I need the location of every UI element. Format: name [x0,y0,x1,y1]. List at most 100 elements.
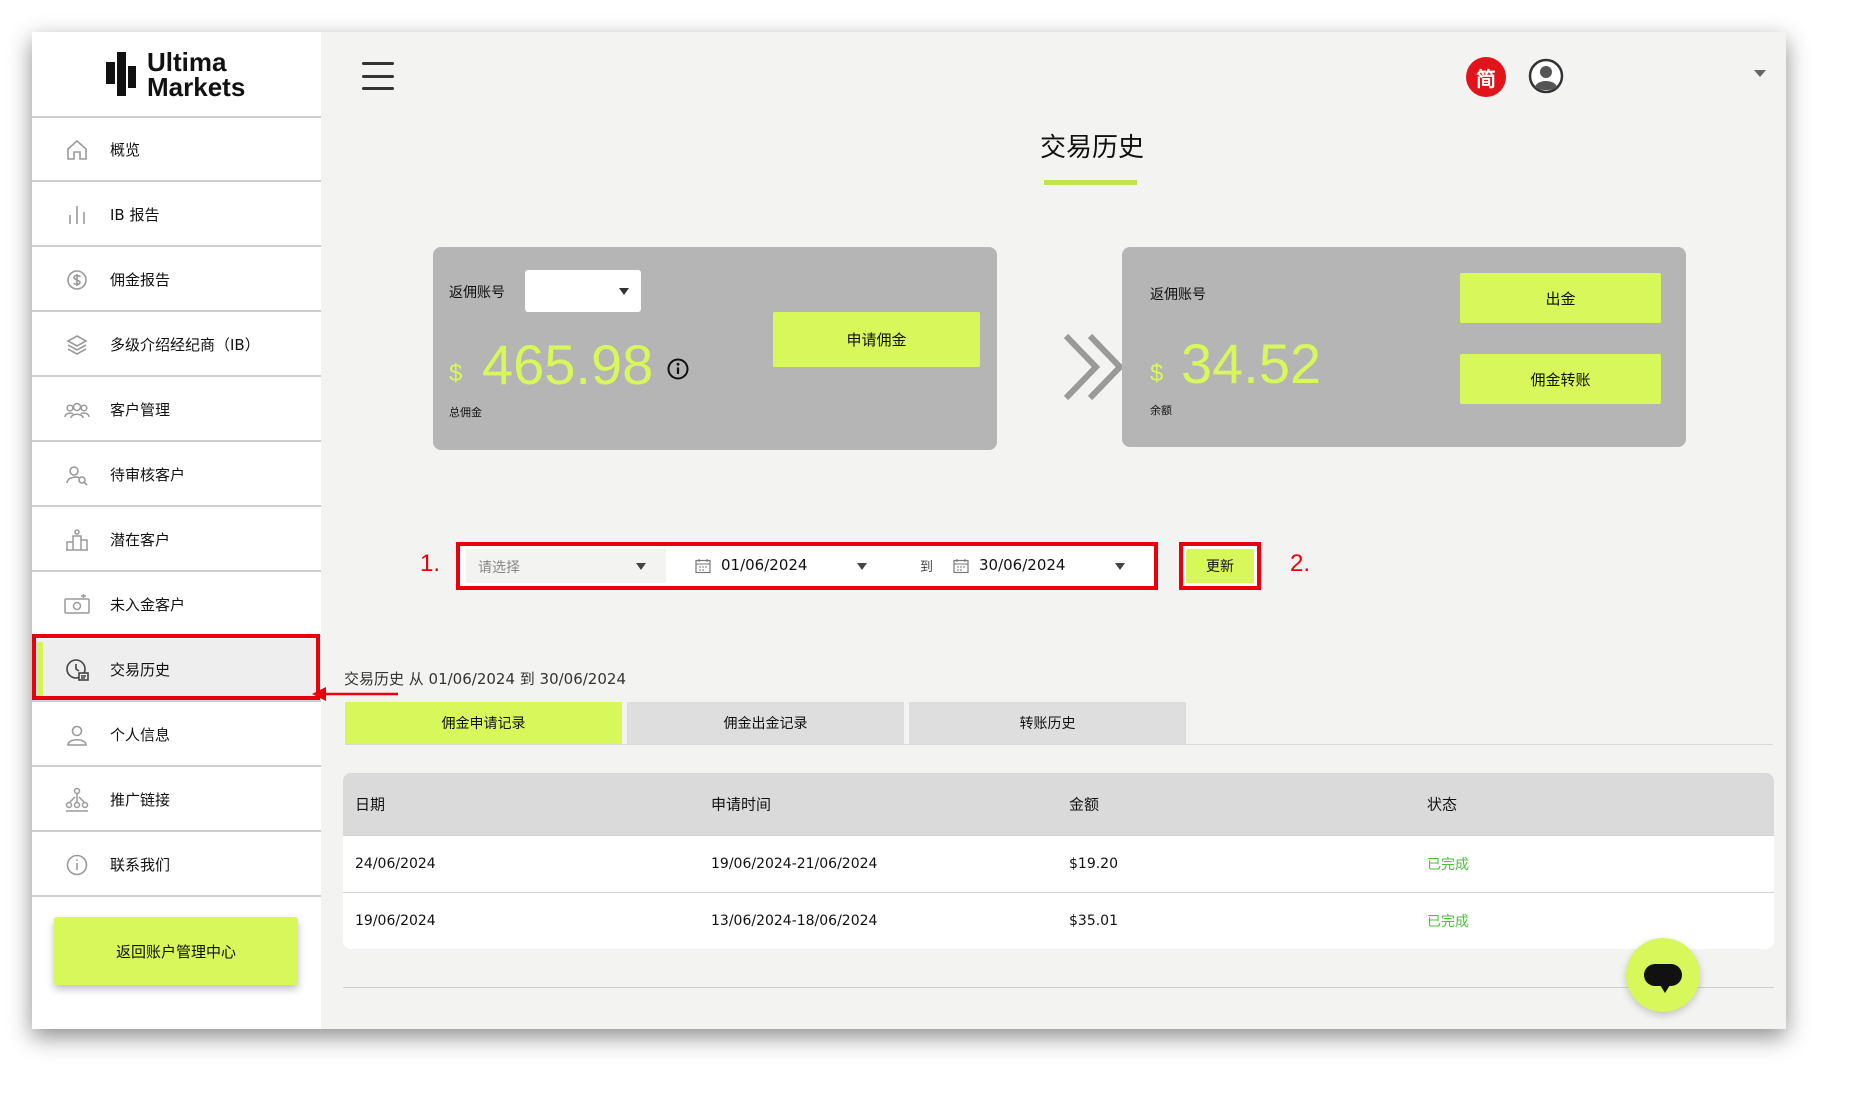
date-to-value: 30/06/2024 [979,556,1066,574]
filter-bar: 请选择 01/06/2024 到 30/06/2024 [456,542,1158,590]
row-amount: $19.20 [1069,856,1118,872]
row-status: 已完成 [1427,914,1469,930]
brand-line2: Markets [147,72,246,102]
brand-logo[interactable]: Ultima Markets [32,32,321,118]
table-row[interactable]: 19/06/2024 13/06/2024-18/06/2024 $35.01 … [343,892,1774,949]
currency-symbol: $ [449,360,463,387]
date-to-field[interactable]: 30/06/2024 [943,549,1167,583]
row-amount: $35.01 [1069,913,1118,929]
row-status: 已完成 [1427,857,1469,873]
column-header-amount: 金额 [1069,795,1100,814]
sidebar-item-label: 待审核客户 [110,466,186,484]
tab-commission-applications[interactable]: 佣金申请记录 [345,702,622,744]
sidebar-item-label: 客户管理 [110,401,171,419]
step-2-marker: 2. [1290,550,1311,577]
brand-name: Ultima Markets [147,49,246,102]
chevron-down-icon [857,563,867,570]
table-header: 日期 申请时间 金额 状态 [343,773,1774,835]
user-search-icon [62,460,92,490]
sidebar-item-label: 多级介绍经纪商（IB） [110,336,260,354]
page-title: 交易历史 [1039,133,1144,163]
tabs-divider [345,744,1773,745]
active-item-highlight-box [32,634,320,700]
sidebar-item-promo-links[interactable]: 推广链接 [32,769,321,832]
sidebar-item-potential-clients[interactable]: 潜在客户 [32,509,321,572]
dollar-coin-icon [62,265,92,295]
sidebar-item-label: 推广链接 [110,791,171,809]
sidebar-item-overview[interactable]: 概览 [32,119,321,182]
row-date: 19/06/2024 [355,913,436,929]
info-circle-icon [62,850,92,880]
sidebar-item-personal-info[interactable]: 个人信息 [32,704,321,767]
sidebar-item-ib-report[interactable]: IB 报告 [32,184,321,247]
rebate-account-select[interactable] [525,270,641,312]
balance-card: 返佣账号 $ 34.52 余额 出金 佣金转账 [1122,247,1686,447]
tab-transfer-history[interactable]: 转账历史 [909,702,1186,744]
sidebar-item-undeposited-clients[interactable]: 未入金客户 [32,574,321,637]
step-1-marker: 1. [420,550,441,577]
column-header-apply-time: 申请时间 [711,795,772,814]
sidebar-item-label: 潜在客户 [110,531,171,549]
chevron-down-icon [1115,563,1125,570]
app-window: Ultima Markets 概览 IB 报告 佣金报告 多级介绍经纪商（IB）… [32,32,1786,1029]
tab-commission-withdrawals[interactable]: 佣金出金记录 [627,702,904,744]
row-date: 24/06/2024 [355,856,436,872]
row-apply-time: 13/06/2024-18/06/2024 [711,913,878,929]
back-to-account-center-button[interactable]: 返回账户管理中心 [54,917,298,985]
history-range-caption: 交易历史 从 01/06/2024 到 30/06/2024 [344,670,626,688]
row-apply-time: 19/06/2024-21/06/2024 [711,856,878,872]
sidebar-item-pending-clients[interactable]: 待审核客户 [32,444,321,507]
home-icon [62,135,92,165]
balance-caption: 余额 [1150,404,1172,417]
sidebar: Ultima Markets 概览 IB 报告 佣金报告 多级介绍经纪商（IB）… [32,32,321,1029]
sidebar-item-label: 个人信息 [110,726,171,744]
user-avatar-icon[interactable] [1528,58,1564,94]
content-divider [343,987,1774,988]
double-chevron-right-icon [1063,333,1125,401]
update-highlight-box: 更新 [1179,542,1261,590]
bar-chart-icon [62,200,92,230]
chevron-down-icon [636,563,646,570]
sidebar-item-label: IB 报告 [110,206,160,224]
user-icon [62,720,92,750]
currency-symbol: $ [1150,360,1164,387]
chat-button[interactable] [1626,938,1700,1012]
sidebar-item-label: 联系我们 [110,856,171,874]
money-icon [62,590,92,620]
ultima-logo-icon [106,52,136,96]
group-icon [62,395,92,425]
sidebar-item-label: 未入金客户 [110,596,186,614]
date-range-to-label: 到 [920,560,934,575]
calendar-icon [695,559,711,574]
balance-amount: 34.52 [1181,332,1322,395]
sidebar-item-multilevel-ib[interactable]: 多级介绍经纪商（IB） [32,314,321,377]
update-button[interactable]: 更新 [1186,549,1254,583]
date-from-field[interactable]: 01/06/2024 [685,549,909,583]
type-select-placeholder: 请选择 [478,560,520,576]
commission-transfer-button[interactable]: 佣金转账 [1460,354,1661,404]
account-dropdown-chevron-icon[interactable] [1754,70,1766,77]
rebate-account-label: 返佣账号 [449,285,505,301]
chat-bubble-icon [1644,964,1682,993]
column-header-date: 日期 [355,795,386,814]
total-commission-card: 返佣账号 $ 465.98 总佣金 申请佣金 [433,247,997,450]
menu-toggle-icon[interactable] [362,62,394,90]
sidebar-item-commission-report[interactable]: 佣金报告 [32,249,321,312]
withdraw-button[interactable]: 出金 [1460,273,1661,323]
info-icon[interactable] [667,358,689,380]
title-underline [1044,180,1137,185]
calendar-icon [953,559,969,574]
sidebar-item-contact-us[interactable]: 联系我们 [32,834,321,897]
layers-icon [62,330,92,360]
type-select[interactable]: 请选择 [466,549,666,583]
network-icon [62,785,92,815]
apply-commission-button[interactable]: 申请佣金 [773,312,980,367]
date-from-value: 01/06/2024 [721,556,808,574]
sidebar-item-client-management[interactable]: 客户管理 [32,379,321,442]
sidebar-item-label: 概览 [110,141,141,159]
rebate-account-label: 返佣账号 [1150,287,1206,303]
language-switch-icon[interactable]: 简 [1466,57,1506,97]
table-row[interactable]: 24/06/2024 19/06/2024-21/06/2024 $19.20 … [343,835,1774,892]
history-table: 日期 申请时间 金额 状态 24/06/2024 19/06/2024-21/0… [343,773,1774,949]
column-header-status: 状态 [1427,795,1458,814]
